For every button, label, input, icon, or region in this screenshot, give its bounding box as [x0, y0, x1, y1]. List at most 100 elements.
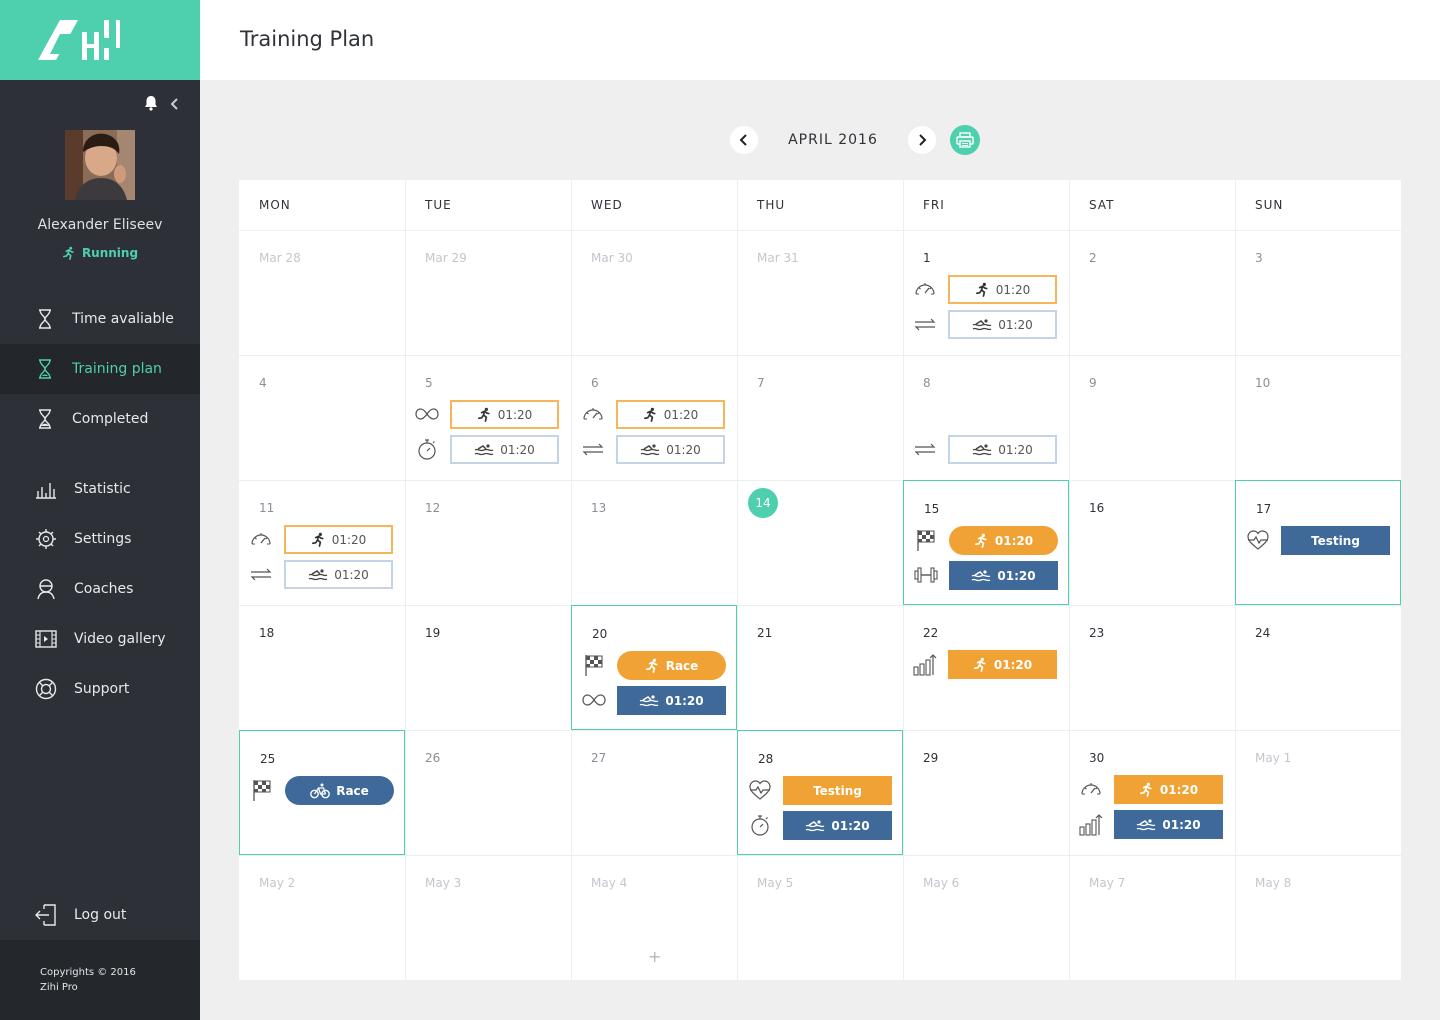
- film-icon: [35, 630, 57, 648]
- day-cell[interactable]: 1 01:20 01:20: [903, 230, 1069, 355]
- print-button[interactable]: [950, 125, 980, 155]
- day-number: 5: [425, 376, 433, 390]
- day-number: 12: [425, 501, 441, 515]
- day-number: 6: [591, 376, 599, 390]
- flag-icon: [582, 653, 606, 677]
- day-cell[interactable]: 22 01:20: [903, 605, 1069, 730]
- workout-label: 01:20: [666, 442, 701, 457]
- logout-button[interactable]: Log out: [0, 890, 200, 940]
- running-icon: [311, 532, 324, 547]
- workout-event[interactable]: 01:20: [284, 560, 393, 589]
- workout-event[interactable]: 01:20: [616, 400, 725, 429]
- workout-event[interactable]: 01:20: [948, 310, 1057, 339]
- day-cell[interactable]: May 3: [405, 855, 571, 980]
- workout-event[interactable]: Testing: [783, 776, 892, 805]
- nav-settings[interactable]: Settings: [0, 514, 200, 564]
- workout-event[interactable]: 01:20: [783, 811, 892, 840]
- day-cell[interactable]: 25 Race: [239, 730, 405, 855]
- next-month-button[interactable]: [908, 126, 936, 154]
- exchange-icon: [913, 312, 937, 336]
- day-cell[interactable]: 2: [1069, 230, 1235, 355]
- day-cell[interactable]: 30 01:20 01:20: [1069, 730, 1235, 855]
- day-cell[interactable]: Mar 29: [405, 230, 571, 355]
- day-cell[interactable]: 18: [239, 605, 405, 730]
- day-cell[interactable]: 9: [1069, 355, 1235, 480]
- workout-event[interactable]: 01:20: [616, 435, 725, 464]
- swimming-icon: [972, 443, 992, 455]
- day-cell[interactable]: Mar 28: [239, 230, 405, 355]
- workout-event[interactable]: 01:20: [948, 435, 1057, 464]
- day-cell[interactable]: May 6: [903, 855, 1069, 980]
- workout-label: 01:20: [993, 657, 1033, 672]
- nav-statistic[interactable]: Statistic: [0, 464, 200, 514]
- day-number: May 3: [425, 876, 462, 890]
- nav-label: Coaches: [74, 581, 134, 597]
- day-cell[interactable]: 7: [737, 355, 903, 480]
- day-cell[interactable]: 23: [1069, 605, 1235, 730]
- day-cell[interactable]: 4: [239, 355, 405, 480]
- day-cell[interactable]: 20 Race 01:20: [571, 605, 737, 730]
- day-number: 20: [592, 627, 608, 641]
- day-cell[interactable]: 12: [405, 480, 571, 605]
- nav-support[interactable]: Support: [0, 664, 200, 714]
- nav-training-plan[interactable]: Training plan: [0, 344, 200, 394]
- workout-event[interactable]: 01:20: [1114, 810, 1223, 839]
- bell-icon[interactable]: [144, 95, 158, 111]
- collapse-chevron-icon[interactable]: [170, 97, 180, 111]
- user-name: Alexander Eliseev: [37, 217, 163, 233]
- day-number: 23: [1089, 626, 1105, 640]
- day-cell[interactable]: May 7: [1069, 855, 1235, 980]
- workout-event[interactable]: 01:20: [450, 435, 559, 464]
- day-cell[interactable]: May 4 +: [571, 855, 737, 980]
- prev-month-button[interactable]: [730, 126, 758, 154]
- nav-video-gallery[interactable]: Video gallery: [0, 614, 200, 664]
- nav-label: Time avaliable: [72, 311, 174, 327]
- day-cell[interactable]: 8 01:20: [903, 355, 1069, 480]
- nav-coaches[interactable]: Coaches: [0, 564, 200, 614]
- avatar[interactable]: [65, 130, 135, 200]
- day-number: 1: [923, 251, 931, 265]
- workout-event[interactable]: Testing: [1281, 526, 1390, 555]
- day-cell[interactable]: Mar 31: [737, 230, 903, 355]
- hourglass-icon: [39, 359, 51, 379]
- speedometer-icon: [581, 402, 605, 426]
- day-cell[interactable]: 10: [1235, 355, 1401, 480]
- day-cell[interactable]: 16: [1069, 480, 1235, 605]
- day-number: 19: [425, 626, 441, 640]
- workout-event[interactable]: 01:20: [948, 275, 1057, 304]
- workout-event[interactable]: 01:20: [949, 561, 1058, 590]
- day-cell[interactable]: Mar 30: [571, 230, 737, 355]
- add-workout-button[interactable]: +: [648, 947, 661, 966]
- day-cell[interactable]: 11 01:20 01:20: [239, 480, 405, 605]
- day-cell[interactable]: May 5: [737, 855, 903, 980]
- workout-event[interactable]: 01:20: [617, 686, 726, 715]
- day-cell[interactable]: 13: [571, 480, 737, 605]
- day-cell[interactable]: 6 01:20 01:20: [571, 355, 737, 480]
- day-cell[interactable]: May 1: [1235, 730, 1401, 855]
- day-cell[interactable]: 17 Testing: [1235, 480, 1401, 605]
- day-cell[interactable]: 21: [737, 605, 903, 730]
- day-cell[interactable]: 3: [1235, 230, 1401, 355]
- day-cell[interactable]: May 8: [1235, 855, 1401, 980]
- workout-event[interactable]: 01:20: [284, 525, 393, 554]
- day-cell[interactable]: 28 Testing 01:20: [737, 730, 903, 855]
- workout-event[interactable]: Race: [617, 651, 726, 680]
- workout-event[interactable]: 01:20: [1114, 775, 1223, 804]
- nav-completed[interactable]: Completed: [0, 394, 200, 444]
- workout-event[interactable]: 01:20: [949, 526, 1058, 555]
- day-cell[interactable]: 15 01:20 01:20: [903, 480, 1069, 605]
- day-cell[interactable]: 29: [903, 730, 1069, 855]
- day-cell[interactable]: 27: [571, 730, 737, 855]
- workout-event[interactable]: 01:20: [948, 650, 1057, 679]
- zihi-logo[interactable]: [0, 0, 200, 80]
- workout-event[interactable]: 01:20: [450, 400, 559, 429]
- workout-event[interactable]: Race: [285, 776, 394, 805]
- day-number: 21: [757, 626, 773, 640]
- day-cell[interactable]: 24: [1235, 605, 1401, 730]
- day-cell[interactable]: 19: [405, 605, 571, 730]
- day-cell[interactable]: 26: [405, 730, 571, 855]
- day-cell[interactable]: 14: [737, 480, 903, 605]
- day-cell[interactable]: May 2: [239, 855, 405, 980]
- day-cell[interactable]: 5 01:20 01:20: [405, 355, 571, 480]
- nav-time-available[interactable]: Time avaliable: [0, 294, 200, 344]
